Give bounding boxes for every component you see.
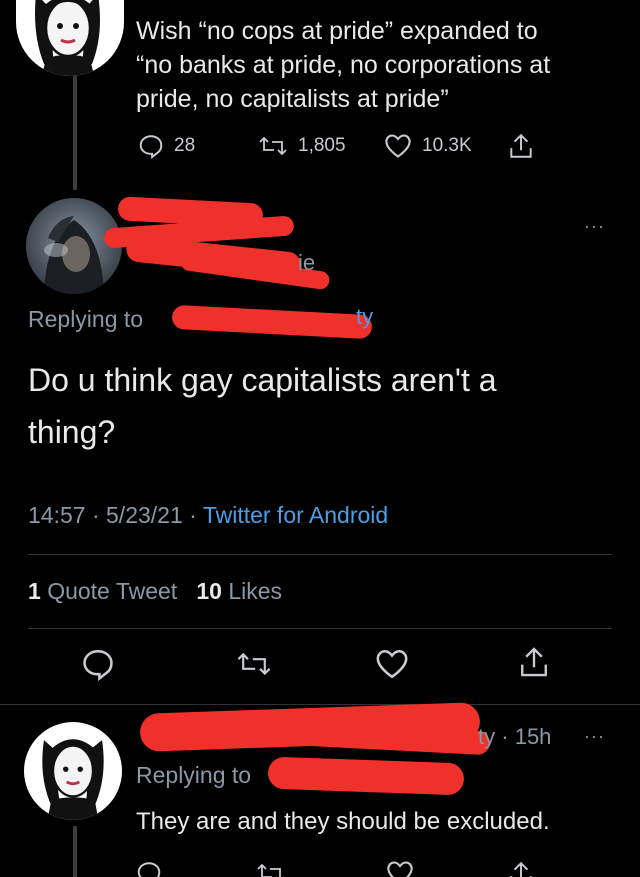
quote-tweets-link[interactable]: 1 Quote Tweet [28, 578, 184, 604]
engagement-counts: 1 Quote Tweet 10 Likes [28, 578, 282, 605]
redaction-reply-replying-handle [267, 756, 465, 796]
reply-handle-tail: ty [478, 724, 496, 749]
reply-button[interactable] [80, 646, 116, 682]
thread-line-bottom [73, 826, 77, 877]
meta-separator-2: · [189, 502, 197, 528]
retweet-stat-top[interactable]: 1,805 [258, 133, 346, 159]
reply-count-top: 28 [174, 135, 196, 156]
tweet-date: 5/23/21 [106, 502, 183, 528]
main-tweet-body: Do u think gay capitalists aren't a thin… [28, 354, 628, 458]
divider-3 [0, 704, 640, 705]
tweet-source-link[interactable]: Twitter for Android [203, 502, 388, 528]
divider-2 [28, 628, 612, 629]
retweet-icon [258, 133, 288, 159]
reply-replying-to: Replying to [136, 762, 252, 788]
retweet-count-top: 1,805 [298, 135, 346, 156]
quote-label: Quote Tweet [47, 578, 178, 604]
main-tweet-body-line-2: thing? [28, 414, 116, 450]
redaction-replying-handle [171, 304, 373, 340]
thread-line-top [73, 75, 77, 190]
tweet-top-line-2: “no banks at pride, no corporations at [136, 51, 551, 79]
retweet-icon [237, 652, 271, 676]
reply-header-meta: ty · 15h [478, 724, 551, 750]
heart-icon[interactable] [386, 860, 414, 877]
likes-link[interactable]: 10 Likes [196, 578, 282, 604]
tweet-metadata: 14:57 · 5/23/21 · Twitter for Android [28, 502, 388, 529]
likes-label: Likes [228, 578, 283, 604]
like-count-top: 10.3K [422, 135, 472, 156]
tweet-top-text: Wish “no cops at pride” expanded to “no … [136, 14, 626, 116]
reply-actions-cutoff [136, 860, 536, 877]
reply-body: They are and they should be excluded. [136, 808, 550, 835]
share-icon[interactable] [508, 860, 534, 877]
share-icon [521, 647, 547, 677]
cartoon-woman-drawing [42, 739, 104, 820]
heart-icon [384, 133, 412, 159]
tweet-top-line-1: Wish “no cops at pride” expanded to [136, 17, 538, 45]
replying-to-main: Replying to [28, 306, 143, 333]
divider-1 [28, 554, 612, 555]
tweet-top-line-3: pride, no capitalists at pride” [136, 85, 449, 113]
reply-age: 15h [514, 724, 552, 749]
share-button[interactable] [516, 644, 552, 680]
more-button-main[interactable]: ··· [584, 216, 605, 237]
author-handle-visible: ie [298, 250, 316, 275]
reply-separator: · [501, 724, 509, 749]
avatar-cartoon-reply[interactable] [24, 722, 122, 820]
replying-handle-visible[interactable]: ty [356, 304, 373, 330]
retweet-button[interactable] [236, 646, 272, 682]
meta-separator-1: · [91, 502, 100, 528]
reply-icon [83, 649, 113, 681]
avatar-cartoon-top[interactable] [16, 0, 124, 76]
reply-icon [138, 133, 164, 159]
quote-count: 1 [28, 578, 41, 604]
reply-stat-top[interactable]: 28 [138, 133, 195, 159]
cartoon-woman-drawing [35, 0, 100, 76]
share-stat-top[interactable] [508, 133, 534, 159]
likes-count: 10 [196, 578, 222, 604]
like-stat-top[interactable]: 10.3K [384, 133, 472, 159]
tweet-time: 14:57 [28, 502, 86, 528]
heart-icon [376, 649, 408, 679]
reply-icon[interactable] [136, 860, 162, 877]
retweet-icon[interactable] [256, 860, 286, 877]
like-button[interactable] [374, 646, 410, 682]
main-tweet-body-line-1: Do u think gay capitalists aren't a [28, 362, 497, 398]
replying-to-label: Replying to [28, 306, 144, 332]
more-button-reply[interactable]: ··· [584, 726, 605, 747]
share-icon [508, 132, 534, 160]
